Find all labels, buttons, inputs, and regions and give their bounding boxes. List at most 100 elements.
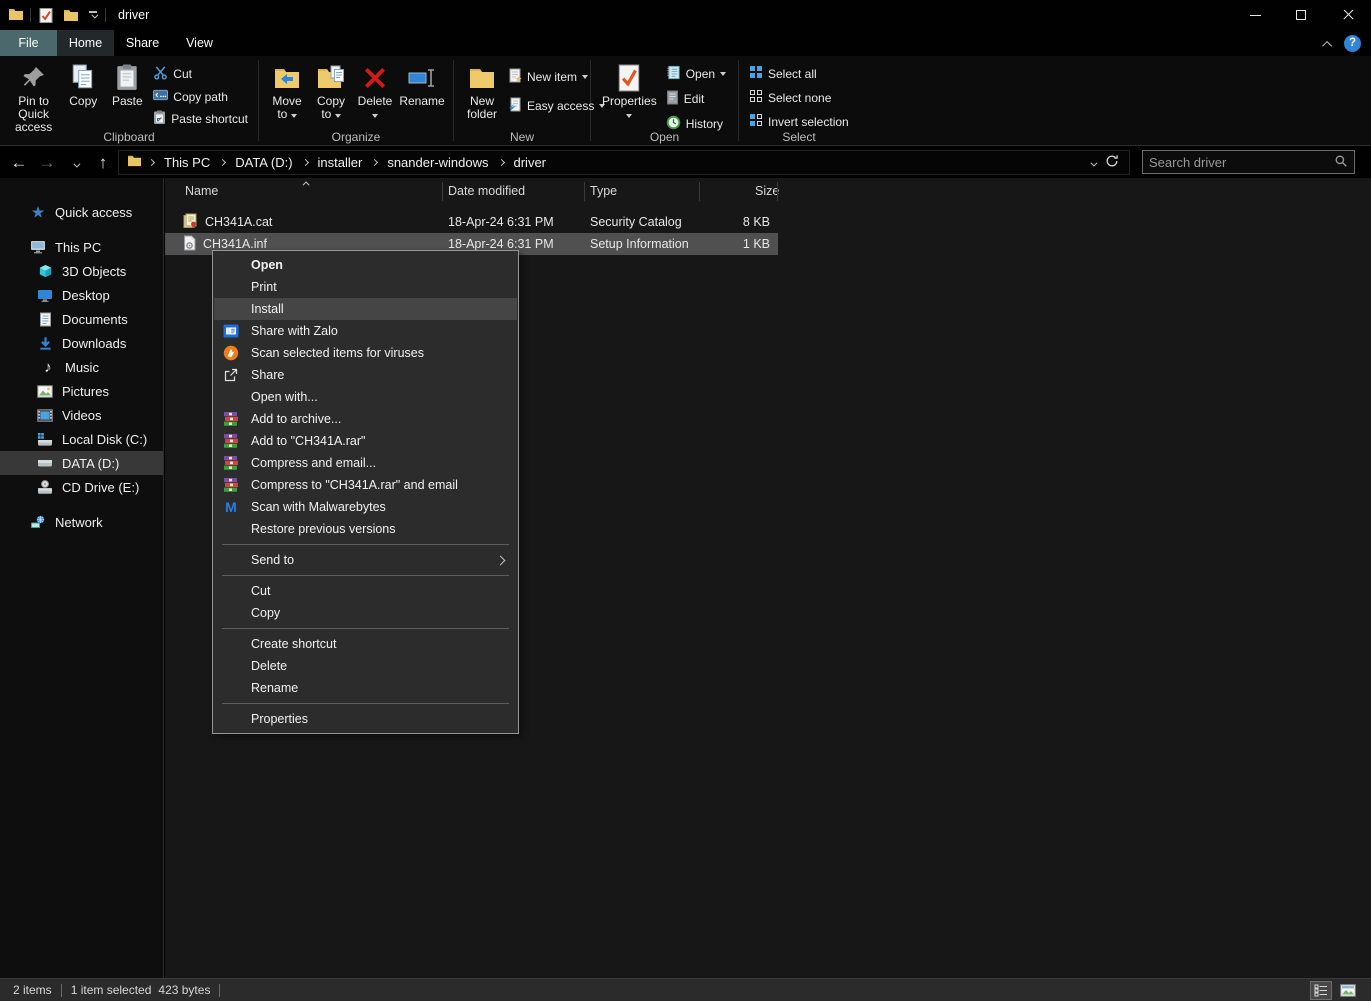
edit-button[interactable]: Edit	[662, 89, 730, 109]
invert-selection-button[interactable]: Invert selection	[745, 112, 853, 131]
malwarebytes-icon: M	[223, 499, 239, 515]
sidebar-item-desktop[interactable]: Desktop	[0, 283, 163, 307]
address-bar[interactable]: This PC DATA (D:) installer snander-wind…	[118, 150, 1130, 175]
sidebar-item-data-d[interactable]: DATA (D:)	[0, 451, 163, 475]
sidebar-item-downloads[interactable]: Downloads	[0, 331, 163, 355]
search-input[interactable]	[1149, 155, 1334, 170]
column-headers: Name Date modified Type Size	[165, 178, 1371, 205]
new-folder-icon	[468, 61, 496, 95]
column-header-type[interactable]: Type	[585, 178, 700, 205]
properties-button[interactable]: Properties	[597, 59, 662, 123]
pin-icon	[22, 61, 46, 95]
file-row-ch341a-cat[interactable]: CH341A.cat 18-Apr-24 6:31 PM Security Ca…	[165, 211, 778, 233]
group-label-open: Open	[591, 130, 738, 144]
menu-item-add-to-archive[interactable]: Add to archive...	[214, 408, 517, 430]
sidebar-item-local-disk-c[interactable]: Local Disk (C:)	[0, 427, 163, 451]
menu-item-scan-with-malwarebytes[interactable]: M Scan with Malwarebytes	[214, 496, 517, 518]
ribbon-group-new: Newfolder New item Easy access New	[454, 56, 590, 145]
paste-icon	[115, 61, 139, 95]
select-all-button[interactable]: Select all	[745, 64, 853, 83]
breadcrumb-installer[interactable]: installer	[311, 153, 370, 172]
thumbnail-view-button[interactable]	[1337, 981, 1359, 1000]
dropdown-caret-icon	[291, 114, 297, 118]
back-button[interactable]: ←	[6, 149, 32, 175]
breadcrumb-this-pc[interactable]: This PC	[157, 153, 217, 172]
minimize-button[interactable]	[1233, 0, 1279, 30]
qat-divider	[30, 8, 31, 22]
rename-button[interactable]: Rename	[397, 59, 447, 110]
paste-button[interactable]: Paste	[105, 59, 149, 110]
sidebar-item-this-pc[interactable]: This PC	[0, 235, 163, 259]
pin-to-quick-access-button[interactable]: Pin to Quickaccess	[6, 59, 61, 136]
close-button[interactable]	[1325, 0, 1371, 30]
copy-button[interactable]: Copy	[61, 59, 105, 110]
help-icon[interactable]: ?	[1344, 35, 1361, 52]
menu-item-restore-previous-versions[interactable]: Restore previous versions	[214, 518, 517, 540]
menu-item-compress-to-rar-and-email[interactable]: Compress to "CH341A.rar" and email	[214, 474, 517, 496]
menu-item-open-with[interactable]: Open with...	[214, 386, 517, 408]
tab-share[interactable]: Share	[114, 30, 171, 56]
tab-file[interactable]: File	[0, 30, 57, 56]
cut-button[interactable]: Cut	[149, 64, 252, 84]
open-button[interactable]: Open	[662, 64, 730, 84]
address-dropdown-button[interactable]	[1090, 155, 1095, 170]
tab-home[interactable]: Home	[57, 30, 114, 56]
copy-path-button[interactable]: Copy path	[149, 88, 252, 105]
select-none-button[interactable]: Select none	[745, 88, 853, 107]
paste-shortcut-icon	[153, 110, 166, 128]
sidebar-item-3d-objects[interactable]: 3D Objects	[0, 259, 163, 283]
menu-item-properties[interactable]: Properties	[214, 708, 517, 730]
dropdown-caret-icon	[335, 114, 341, 118]
rename-icon	[407, 61, 437, 95]
collapse-ribbon-button[interactable]	[1325, 36, 1332, 51]
group-label-new: New	[454, 130, 590, 144]
recent-locations-button[interactable]	[62, 149, 88, 175]
sidebar-item-network[interactable]: Network	[0, 510, 163, 534]
up-button[interactable]: ↑	[90, 149, 116, 175]
sidebar-item-videos[interactable]: Videos	[0, 403, 163, 427]
menu-item-install[interactable]: Install	[214, 298, 517, 320]
column-header-size[interactable]: Size	[700, 178, 778, 205]
move-to-button[interactable]: Moveto	[265, 59, 309, 123]
tab-view[interactable]: View	[171, 30, 228, 56]
qat-customize-button[interactable]	[87, 9, 99, 20]
copy-to-button[interactable]: Copyto	[309, 59, 353, 123]
sidebar-item-cd-drive-e[interactable]: CD Drive (E:)	[0, 475, 163, 499]
breadcrumb-driver[interactable]: driver	[507, 153, 554, 172]
sidebar-item-quick-access[interactable]: ★ Quick access	[0, 200, 163, 224]
menu-item-delete[interactable]: Delete	[214, 655, 517, 677]
forward-button[interactable]: →	[34, 149, 60, 175]
menu-item-copy[interactable]: Copy	[214, 602, 517, 624]
menu-item-send-to[interactable]: Send to	[214, 549, 517, 571]
paste-shortcut-button[interactable]: Paste shortcut	[149, 109, 252, 129]
sidebar-item-pictures[interactable]: Pictures	[0, 379, 163, 403]
menu-item-share-with-zalo[interactable]: Share with Zalo	[214, 320, 517, 342]
group-label-organize: Organize	[259, 130, 453, 144]
new-folder-button[interactable]: Newfolder	[460, 59, 504, 123]
menu-item-rename[interactable]: Rename	[214, 677, 517, 699]
column-header-name[interactable]: Name	[165, 178, 443, 205]
breadcrumb-data-d[interactable]: DATA (D:)	[228, 153, 299, 172]
maximize-button[interactable]	[1279, 0, 1325, 30]
menu-item-create-shortcut[interactable]: Create shortcut	[214, 633, 517, 655]
menu-item-print[interactable]: Print	[214, 276, 517, 298]
search-icon[interactable]	[1334, 154, 1348, 171]
winrar-icon	[223, 411, 239, 427]
qat-new-folder-button[interactable]	[61, 6, 81, 24]
delete-button[interactable]: Delete	[353, 59, 397, 123]
navigation-pane: ★ Quick access This PC 3D Objects Deskto…	[0, 178, 164, 978]
menu-item-scan-for-viruses[interactable]: Scan selected items for viruses	[214, 342, 517, 364]
menu-item-open[interactable]: Open	[214, 254, 517, 276]
refresh-button[interactable]	[1105, 154, 1119, 171]
qat-properties-button[interactable]	[37, 6, 55, 25]
menu-item-compress-and-email[interactable]: Compress and email...	[214, 452, 517, 474]
column-header-date-modified[interactable]: Date modified	[443, 178, 585, 205]
menu-item-share[interactable]: Share	[214, 364, 517, 386]
menu-item-add-to-rar[interactable]: Add to "CH341A.rar"	[214, 430, 517, 452]
menu-item-cut[interactable]: Cut	[214, 580, 517, 602]
selection-size: 423 bytes	[158, 983, 210, 997]
breadcrumb-snander-windows[interactable]: snander-windows	[380, 153, 495, 172]
details-view-button[interactable]	[1310, 981, 1332, 1000]
sidebar-item-documents[interactable]: Documents	[0, 307, 163, 331]
sidebar-item-music[interactable]: ♪ Music	[0, 355, 163, 379]
